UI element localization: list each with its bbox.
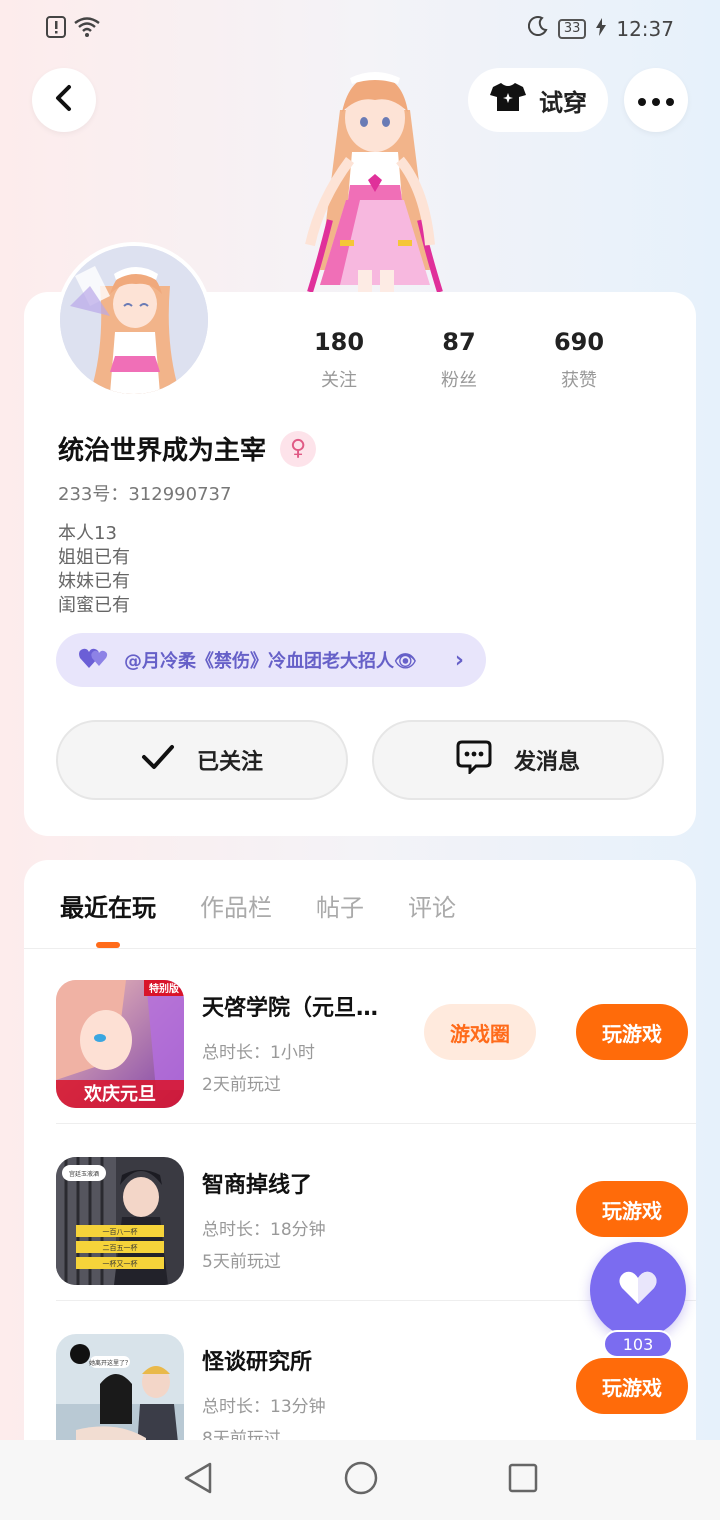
play-duration: 总时长：18分钟 bbox=[202, 1220, 326, 1240]
followed-label: 已关注 bbox=[196, 750, 263, 775]
nav-back-icon[interactable] bbox=[182, 1461, 214, 1499]
avatar-character-illustration bbox=[280, 70, 470, 293]
message-button[interactable]: 发消息 bbox=[372, 720, 664, 800]
try-on-label: 试穿 bbox=[539, 88, 587, 117]
last-played: 5天前玩过 bbox=[202, 1252, 281, 1272]
thumb-badge: 特别版 bbox=[149, 982, 179, 995]
last-played: 2天前玩过 bbox=[202, 1075, 281, 1095]
like-fab-button[interactable] bbox=[590, 1242, 686, 1338]
play-game-button[interactable]: 玩游戏 bbox=[576, 1358, 688, 1414]
thumb-line: 一杯又一杯 bbox=[103, 1259, 138, 1268]
clock: 12:37 bbox=[616, 16, 674, 41]
back-button[interactable] bbox=[32, 68, 96, 132]
thumb-line: 二百五一杯 bbox=[103, 1243, 138, 1252]
username-row: 统治世界成为主宰 ♀ bbox=[58, 430, 317, 467]
heart-icon bbox=[618, 1270, 658, 1310]
following-label: 关注 bbox=[321, 370, 357, 391]
message-label: 发消息 bbox=[513, 750, 580, 775]
nav-recents-icon[interactable] bbox=[508, 1463, 538, 1497]
nav-home-icon[interactable] bbox=[344, 1461, 378, 1499]
game-name: 怪谈研究所 bbox=[202, 1350, 313, 1375]
female-gender-icon: ♀ bbox=[280, 430, 317, 467]
bio-line: 闺蜜已有 bbox=[58, 595, 130, 616]
promo-banner[interactable]: @月冷柔《禁伤》冷血团老大招人👁 › bbox=[56, 633, 486, 687]
user-id: 233号：312990737 bbox=[58, 484, 232, 505]
play-game-button[interactable]: 玩游戏 bbox=[576, 1181, 688, 1237]
stat-following[interactable]: 180 关注 bbox=[294, 328, 384, 392]
check-icon bbox=[141, 744, 175, 776]
thumb-line: 一百八一杯 bbox=[103, 1227, 138, 1236]
avatar[interactable] bbox=[56, 242, 212, 398]
alert-icon bbox=[46, 16, 66, 42]
followed-button[interactable]: 已关注 bbox=[56, 720, 348, 800]
charging-icon bbox=[596, 17, 607, 41]
likes-count: 690 bbox=[553, 328, 605, 356]
game-thumbnail[interactable]: 宫廷玉液酒 一百八一杯 二百五一杯 一杯又一杯 bbox=[56, 1157, 184, 1285]
more-dots-icon bbox=[638, 91, 674, 110]
tab-comments[interactable]: 评论 bbox=[408, 888, 456, 923]
tshirt-icon bbox=[489, 81, 527, 119]
followers-count: 87 bbox=[442, 328, 476, 356]
profile-stats: 180 关注 87 粉丝 690 获赞 bbox=[294, 328, 624, 392]
status-bar: 33 12:37 bbox=[0, 0, 720, 56]
battery-level: 33 bbox=[557, 18, 587, 39]
followers-label: 粉丝 bbox=[441, 370, 477, 391]
try-on-button[interactable]: 试穿 bbox=[468, 68, 608, 132]
game-row[interactable]: 特别版 欢庆元旦 天啓学院（元旦… 总时长：1小时 2天前玩过 游戏圈 玩游戏 bbox=[56, 948, 696, 1124]
tab-works[interactable]: 作品栏 bbox=[200, 888, 272, 923]
bio: 本人13 姐姐已有 妹妹已有 闺蜜已有 bbox=[58, 522, 130, 618]
game-thumbnail[interactable]: 特别版 欢庆元旦 bbox=[56, 980, 184, 1108]
play-game-button[interactable]: 玩游戏 bbox=[576, 1004, 688, 1060]
moon-icon bbox=[527, 16, 548, 41]
thumb-caption: 欢庆元旦 bbox=[83, 1083, 156, 1105]
bio-line: 姐姐已有 bbox=[58, 547, 130, 568]
tab-bar: 最近在玩 作品栏 帖子 评论 bbox=[60, 888, 456, 923]
wifi-icon bbox=[74, 17, 100, 41]
double-heart-icon bbox=[78, 646, 112, 675]
chevron-left-icon bbox=[53, 84, 75, 116]
promo-text: @月冷柔《禁伤》冷血团老大招人👁 bbox=[124, 651, 417, 672]
play-duration: 总时长：13分钟 bbox=[202, 1397, 326, 1417]
play-duration: 总时长：1小时 bbox=[202, 1043, 315, 1063]
stat-likes[interactable]: 690 获赞 bbox=[534, 328, 624, 392]
tab-recently-played[interactable]: 最近在玩 bbox=[60, 888, 156, 923]
games-card: 最近在玩 作品栏 帖子 评论 特别版 欢庆元旦 天啓学院（元旦… 总时长：1小时… bbox=[24, 860, 696, 1480]
tab-posts[interactable]: 帖子 bbox=[316, 888, 364, 923]
following-count: 180 bbox=[313, 328, 365, 356]
game-name: 天啓学院（元旦… bbox=[202, 996, 379, 1021]
like-count: 103 bbox=[603, 1330, 673, 1358]
chat-bubble-icon bbox=[456, 740, 492, 780]
game-circle-button[interactable]: 游戏圈 bbox=[424, 1004, 536, 1060]
chevron-right-icon: › bbox=[454, 647, 464, 673]
more-options-button[interactable] bbox=[624, 68, 688, 132]
stat-followers[interactable]: 87 粉丝 bbox=[414, 328, 504, 392]
bio-line: 本人13 bbox=[58, 523, 117, 544]
likes-label: 获赞 bbox=[561, 370, 597, 391]
thumb-bubble: 她离开这里了？ bbox=[89, 1359, 131, 1367]
username: 统治世界成为主宰 bbox=[58, 436, 267, 466]
bio-line: 妹妹已有 bbox=[58, 571, 130, 592]
game-name: 智商掉线了 bbox=[202, 1173, 313, 1198]
system-nav-bar bbox=[0, 1440, 720, 1520]
thumb-bubble: 宫廷玉液酒 bbox=[69, 1170, 99, 1178]
